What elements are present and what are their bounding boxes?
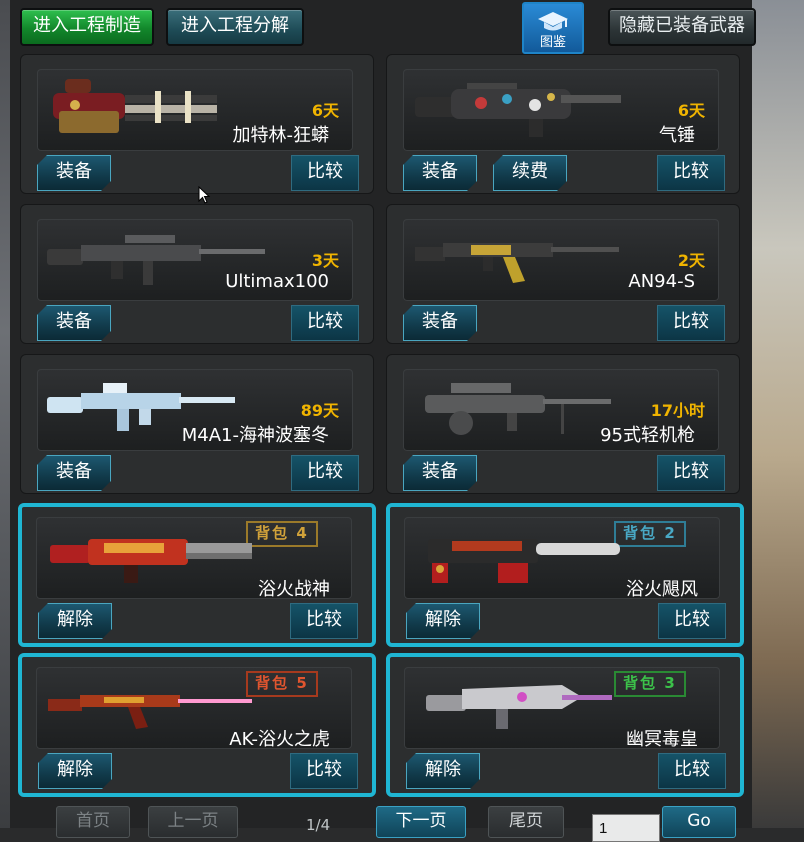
compare-button[interactable]: 比较 [658, 603, 726, 639]
weapon-card-ultimax100[interactable]: 3天 Ultimax100 装备 比较 [20, 204, 374, 344]
backpack-slot-badge: 背包 3 [614, 671, 686, 697]
catalog-button[interactable]: 图鉴 [522, 2, 584, 54]
nether-venom-king-gun-icon [426, 685, 612, 729]
unequip-button[interactable]: 解除 [38, 753, 112, 789]
weapon-display: 背包 5 AK-浴火之虎 [36, 667, 352, 750]
weapon-name: 幽冥毒皇 [626, 729, 698, 750]
weapon-card-m4a1-poseidon[interactable]: 89天 M4A1-海神波塞冬 装备 比较 [20, 354, 374, 494]
equip-button[interactable]: 装备 [403, 455, 477, 491]
compare-button[interactable]: 比较 [290, 753, 358, 789]
an94-rifle-icon [415, 243, 619, 283]
weapon-name: AN94-S [628, 271, 695, 292]
weapon-name: 加特林-狂蟒 [232, 125, 330, 146]
equip-button[interactable]: 装备 [37, 455, 111, 491]
fire-war-god-gun-icon [50, 539, 252, 583]
first-page-button[interactable]: 首页 [56, 806, 130, 838]
weapon-inventory-panel: 进入工程制造 进入工程分解 图鉴 隐藏已装备武器 6天 加特林-狂蟒 装备 比较… [10, 0, 756, 842]
enter-crafting-button[interactable]: 进入工程制造 [20, 8, 154, 46]
weapon-card-ak-fire-tiger[interactable]: 背包 5 AK-浴火之虎 解除 比较 [18, 653, 376, 797]
equip-button[interactable]: 装备 [37, 305, 111, 341]
time-remaining: 6天 [677, 101, 705, 120]
compare-button[interactable]: 比较 [290, 603, 358, 639]
time-remaining: 89天 [300, 401, 339, 420]
weapon-display: 3天 Ultimax100 [37, 219, 353, 301]
equip-button[interactable]: 装备 [403, 305, 477, 341]
weapon-name: AK-浴火之虎 [229, 729, 330, 750]
catalog-label: 图鉴 [539, 35, 566, 50]
weapon-display: 6天 气锤 [403, 69, 719, 151]
weapon-name: M4A1-海神波塞冬 [181, 425, 329, 446]
compare-button[interactable]: 比较 [291, 305, 359, 341]
weapon-card-an94-s[interactable]: 2天 AN94-S 装备 比较 [386, 204, 740, 344]
compare-button[interactable]: 比较 [291, 455, 359, 491]
renew-button[interactable]: 续费 [493, 155, 567, 191]
equip-button[interactable]: 装备 [403, 155, 477, 191]
weapon-display: 6天 加特林-狂蟒 [37, 69, 353, 151]
gatling-gun-icon [53, 79, 217, 133]
background-left-edge [0, 0, 10, 828]
weapon-display: 背包 3 幽冥毒皇 [404, 667, 720, 750]
weapon-card-fire-war-god[interactable]: 背包 4 浴火战神 解除 比较 [18, 503, 376, 647]
page-indicator: 1/4 [306, 816, 331, 834]
weapon-display: 背包 4 浴火战神 [36, 517, 352, 600]
equip-button[interactable]: 装备 [37, 155, 111, 191]
next-page-button[interactable]: 下一页 [376, 806, 466, 838]
enter-disassemble-button[interactable]: 进入工程分解 [166, 8, 304, 46]
unequip-button[interactable]: 解除 [406, 753, 480, 789]
prev-page-button[interactable]: 上一页 [148, 806, 238, 838]
compare-button[interactable]: 比较 [658, 753, 726, 789]
graduation-cap-icon [538, 12, 568, 31]
fire-hurricane-gun-icon [428, 539, 620, 583]
weapon-display: 背包 2 浴火飓风 [404, 517, 720, 600]
weapon-card-type95-lmg[interactable]: 17小时 95式轻机枪 装备 比较 [386, 354, 740, 494]
air-hammer-rifle-icon [415, 83, 621, 137]
time-remaining: 2天 [677, 251, 705, 270]
page-number-input[interactable] [592, 814, 660, 842]
weapon-display: 2天 AN94-S [403, 219, 719, 301]
type95-lmg-icon [425, 383, 611, 435]
mouse-cursor-icon [198, 186, 211, 204]
weapon-name: 气锤 [659, 125, 695, 146]
weapon-card-air-hammer[interactable]: 6天 气锤 装备 续费 比较 [386, 54, 740, 194]
time-remaining: 6天 [311, 101, 339, 120]
compare-button[interactable]: 比较 [657, 155, 725, 191]
time-remaining: 3天 [311, 251, 339, 270]
hide-equipped-button[interactable]: 隐藏已装备武器 [608, 8, 756, 46]
background-right-edge [752, 0, 804, 828]
unequip-button[interactable]: 解除 [38, 603, 112, 639]
weapon-card-fire-hurricane[interactable]: 背包 2 浴火飓风 解除 比较 [386, 503, 744, 647]
compare-button[interactable]: 比较 [291, 155, 359, 191]
last-page-button[interactable]: 尾页 [488, 806, 564, 838]
compare-button[interactable]: 比较 [657, 455, 725, 491]
weapon-display: 89天 M4A1-海神波塞冬 [37, 369, 353, 451]
weapon-card-gatling[interactable]: 6天 加特林-狂蟒 装备 比较 [20, 54, 374, 194]
weapon-name: 浴火战神 [258, 579, 330, 600]
unequip-button[interactable]: 解除 [406, 603, 480, 639]
weapon-card-nether-venom-king[interactable]: 背包 3 幽冥毒皇 解除 比较 [386, 653, 744, 797]
time-remaining: 17小时 [650, 401, 705, 420]
go-button[interactable]: Go [662, 806, 736, 838]
weapon-name: 95式轻机枪 [600, 425, 695, 446]
compare-button[interactable]: 比较 [657, 305, 725, 341]
weapon-name: 浴火飓风 [626, 579, 698, 600]
weapon-display: 17小时 95式轻机枪 [403, 369, 719, 451]
weapon-name: Ultimax100 [225, 271, 329, 292]
